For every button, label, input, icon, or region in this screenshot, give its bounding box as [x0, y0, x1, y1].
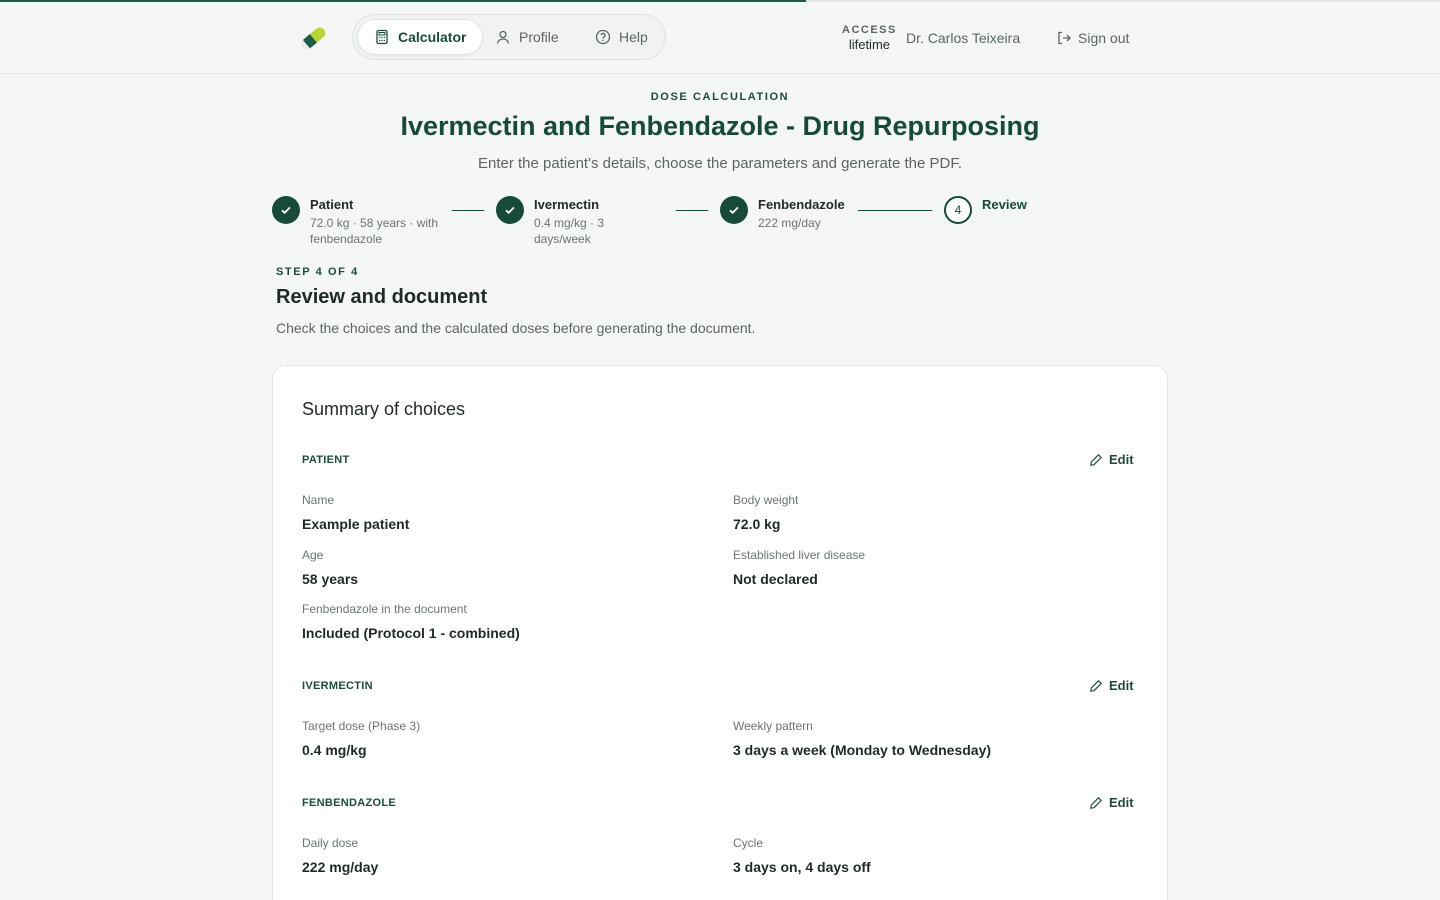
field-value: Included (Protocol 1 - combined) [302, 625, 520, 641]
step-summary: 0.4 mg/kg · 3 days/week [534, 216, 605, 246]
user-icon [496, 30, 510, 44]
help-circle-icon [595, 29, 611, 45]
nav-calculator-label: Calculator [398, 29, 467, 45]
step-done-badge [720, 196, 748, 224]
field-value: 72.0 kg [733, 516, 781, 532]
field-value: 222 mg/day [302, 859, 379, 875]
access-badge: ACCESS lifetime [842, 24, 897, 52]
field-value: 58 years [302, 571, 359, 587]
field-label: Established liver disease [733, 548, 866, 562]
field-label: Target dose (Phase 3) [302, 719, 421, 733]
field-cycle: Cycle 3 days on, 4 days off [733, 836, 871, 875]
field-target-dose: Target dose (Phase 3) 0.4 mg/kg [302, 719, 420, 758]
edit-fenbendazole-button[interactable]: Edit [1089, 795, 1134, 810]
step-connector [676, 210, 708, 211]
summary-card: Summary of choices PATIENT Edit Name Exa… [272, 365, 1168, 900]
pencil-icon [1090, 453, 1103, 466]
pencil-icon [1090, 679, 1103, 692]
nav-calculator[interactable]: Calculator [357, 19, 484, 55]
field-value: 3 days a week (Monday to Wednesday) [733, 742, 992, 758]
step-done-badge [272, 196, 300, 224]
summary-title: Summary of choices [302, 399, 466, 419]
step-number-badge: 4 [944, 196, 972, 224]
section-description: Check the choices and the calculated dos… [276, 320, 756, 336]
section-heading: Review and document [276, 286, 488, 308]
step-ivermectin[interactable]: Ivermectin 0.4 mg/kg · 3 days/week [496, 196, 620, 247]
step-title: Patient [310, 197, 354, 212]
field-label: Cycle [733, 836, 764, 850]
check-icon [729, 206, 739, 215]
field-label: Fenbendazole in the document [302, 602, 467, 616]
step-summary: 222 mg/day [758, 216, 821, 230]
step-connector [858, 210, 932, 211]
field-fenbendazole-document: Fenbendazole in the document Included (P… [302, 602, 520, 641]
ivermectin-group-label: IVERMECTIN [302, 680, 373, 692]
step-connector [452, 210, 484, 211]
edit-ivermectin-button[interactable]: Edit [1089, 678, 1134, 693]
field-label: Weekly pattern [733, 719, 813, 733]
page-title: Ivermectin and Fenbendazole - Drug Repur… [400, 111, 1040, 141]
edit-label: Edit [1109, 795, 1134, 810]
edit-label: Edit [1109, 452, 1134, 467]
sign-out-label: Sign out [1078, 30, 1130, 46]
nav-help-label: Help [619, 29, 648, 45]
edit-patient-button[interactable]: Edit [1089, 452, 1134, 467]
step-review[interactable]: 4 Review [944, 196, 1064, 224]
field-value: 0.4 mg/kg [302, 742, 367, 758]
pencil-icon [1090, 796, 1103, 809]
field-label: Body weight [733, 493, 799, 507]
field-weekly-pattern: Weekly pattern 3 days a week (Monday to … [733, 719, 991, 758]
fenbendazole-group-label: FENBENDAZOLE [302, 797, 397, 809]
check-icon [281, 206, 291, 215]
field-label: Age [302, 548, 324, 562]
field-liver-disease: Established liver disease Not declared [733, 548, 865, 587]
check-icon [505, 206, 515, 215]
main-nav: Calculator Profile Help [352, 14, 666, 60]
step-counter: STEP 4 OF 4 [276, 266, 359, 278]
edit-label: Edit [1109, 678, 1134, 693]
field-name: Name Example patient [302, 493, 409, 532]
field-label: Daily dose [302, 836, 359, 850]
field-value: 3 days on, 4 days off [733, 859, 871, 875]
field-label: Name [302, 493, 335, 507]
access-label: ACCESS [842, 24, 897, 36]
field-body-weight: Body weight 72.0 kg [733, 493, 798, 532]
sign-out-button[interactable]: Sign out [1056, 30, 1129, 46]
step-fenbendazole[interactable]: Fenbendazole 222 mg/day [720, 196, 860, 231]
calculator-icon [376, 29, 388, 45]
field-value: Not declared [733, 571, 818, 587]
field-daily-dose: Daily dose 222 mg/day [302, 836, 378, 875]
step-title: Review [982, 197, 1027, 212]
page-subtitle: Enter the patient's details, choose the … [478, 155, 962, 172]
nav-help[interactable]: Help [579, 19, 664, 55]
access-value: lifetime [848, 37, 891, 52]
top-bar: Calculator Profile Help ACCESS lifetime … [0, 2, 1440, 74]
user-name: Dr. Carlos Teixeira [906, 30, 1021, 46]
step-patient[interactable]: Patient 72.0 kg · 58 years · with fenben… [272, 196, 444, 247]
step-summary: 72.0 kg · 58 years · with fenbendazole [310, 216, 439, 246]
step-done-badge [496, 196, 524, 224]
capsule-logo-icon[interactable] [296, 23, 330, 53]
step-title: Ivermectin [534, 197, 600, 212]
step-title: Fenbendazole [758, 197, 845, 212]
nav-profile-label: Profile [519, 29, 559, 45]
field-value: Example patient [302, 516, 410, 532]
page-eyebrow: DOSE CALCULATION [650, 91, 790, 103]
nav-profile[interactable]: Profile [479, 19, 575, 55]
field-age: Age 58 years [302, 548, 358, 587]
sign-out-icon [1058, 31, 1071, 45]
patient-group-label: PATIENT [302, 454, 350, 466]
